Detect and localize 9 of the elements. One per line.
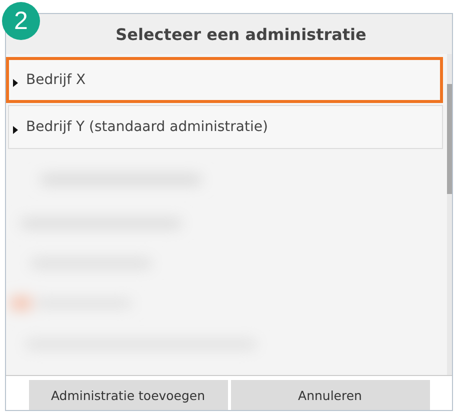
step-badge: 2 (2, 2, 40, 40)
expand-arrow-icon[interactable] (13, 79, 18, 87)
expand-arrow-icon[interactable] (13, 126, 18, 134)
dialog-title: Selecteer een administratie (114, 24, 366, 44)
dialog-button[interactable]: Annuleren (230, 380, 430, 410)
dialog-button[interactable]: Administratie toevoegen (28, 380, 228, 410)
scrollbar[interactable] (447, 54, 452, 375)
list-item[interactable]: Bedrijf Y (standaard administratie) (8, 105, 443, 149)
list-item[interactable]: Bedrijf X (6, 57, 443, 103)
